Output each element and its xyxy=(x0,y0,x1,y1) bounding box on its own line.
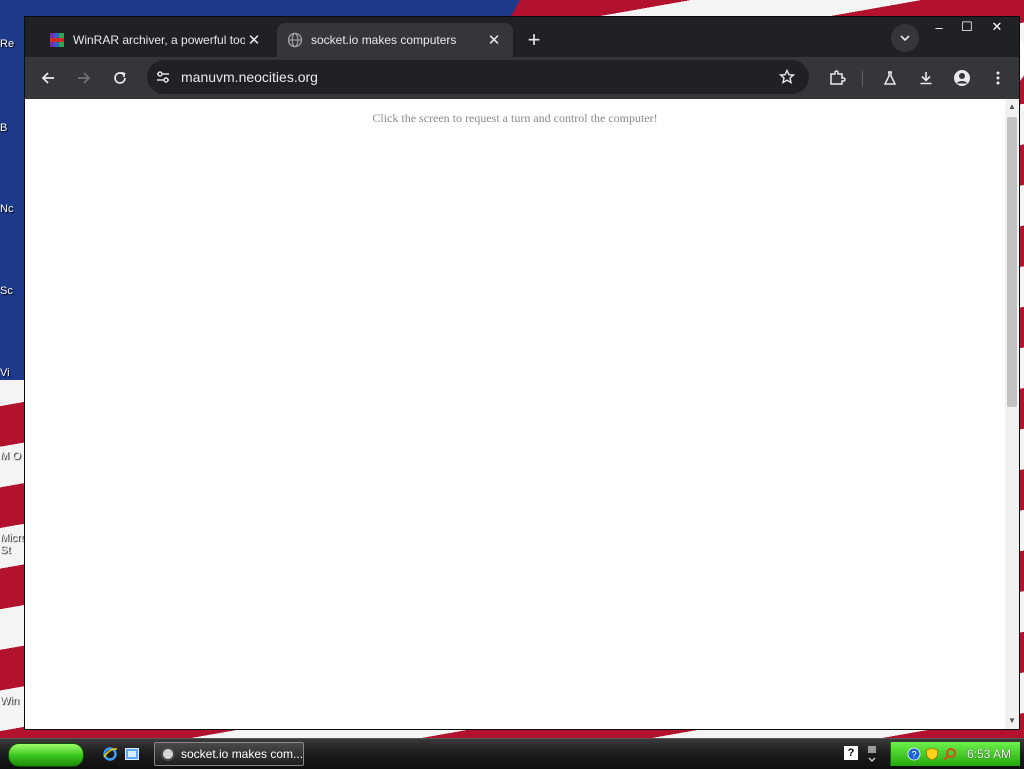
profile-button[interactable] xyxy=(947,63,977,93)
taskbar-item-label: socket.io makes com... xyxy=(181,747,303,761)
back-button[interactable] xyxy=(33,63,63,93)
internet-explorer-icon[interactable] xyxy=(102,746,118,762)
flask-icon xyxy=(883,71,897,85)
page-viewport[interactable]: Click the screen to request a turn and c… xyxy=(25,99,1019,729)
desktop-icon-label[interactable]: Sc xyxy=(0,285,26,297)
start-button[interactable] xyxy=(8,743,84,767)
arrow-right-icon xyxy=(78,72,91,84)
tab-strip: WinRAR archiver, a powerful tool t ✕ soc… xyxy=(25,17,1019,57)
desktop-icon-label[interactable]: Win xyxy=(0,695,26,707)
close-tab-icon[interactable]: ✕ xyxy=(245,31,263,49)
desktop-icon-label[interactable]: Micro St xyxy=(0,532,24,556)
tray-expand-icon[interactable] xyxy=(866,744,878,764)
scroll-up-icon[interactable]: ▲ xyxy=(1007,101,1017,113)
new-tab-button[interactable]: + xyxy=(519,25,549,55)
page-message: Click the screen to request a turn and c… xyxy=(372,111,658,125)
search-icon[interactable] xyxy=(943,747,957,761)
chevron-down-icon xyxy=(900,35,910,42)
minimize-button[interactable]: – xyxy=(925,17,953,37)
toolbar-separator xyxy=(862,71,863,87)
taskbar: socket.io makes com... ? ? 6:53 AM xyxy=(0,738,1024,769)
page-scrollbar[interactable]: ▲ ▼ xyxy=(1005,99,1019,729)
address-bar[interactable]: manuvm.neocities.org xyxy=(147,60,809,94)
arrow-left-icon xyxy=(41,72,54,84)
puzzle-icon xyxy=(830,70,846,85)
extensions-button[interactable] xyxy=(822,63,852,93)
security-shield-icon[interactable] xyxy=(925,747,939,761)
desktop-icon-label[interactable]: M O xyxy=(0,450,24,462)
tab-title: socket.io makes computers xyxy=(311,33,457,47)
globe-icon xyxy=(161,747,175,761)
browser-toolbar: manuvm.neocities.org xyxy=(25,57,1019,99)
forward-button[interactable] xyxy=(69,63,99,93)
scroll-thumb[interactable] xyxy=(1007,117,1017,407)
taskbar-item-browser[interactable]: socket.io makes com... xyxy=(154,742,304,766)
desktop-icon-label[interactable]: Re xyxy=(0,38,26,50)
browser-window: WinRAR archiver, a powerful tool t ✕ soc… xyxy=(24,16,1020,730)
site-settings-icon[interactable] xyxy=(155,69,171,85)
labs-button[interactable] xyxy=(875,63,905,93)
tab-winrar[interactable]: WinRAR archiver, a powerful tool t ✕ xyxy=(39,23,273,57)
info-icon[interactable]: ? xyxy=(907,747,921,761)
desktop-icon-label[interactable]: B xyxy=(0,122,26,134)
reload-button[interactable] xyxy=(105,63,135,93)
svg-text:?: ? xyxy=(911,750,916,760)
download-icon xyxy=(920,72,932,85)
tab-title: WinRAR archiver, a powerful tool t xyxy=(73,33,245,47)
close-tab-icon[interactable]: ✕ xyxy=(485,31,503,49)
show-desktop-icon[interactable] xyxy=(124,746,140,762)
maximize-button[interactable]: ☐ xyxy=(953,17,981,37)
url-text[interactable]: manuvm.neocities.org xyxy=(181,69,318,85)
tab-search-button[interactable] xyxy=(891,24,919,52)
profile-icon xyxy=(954,70,970,86)
window-close-button[interactable]: ✕ xyxy=(983,17,1011,37)
desktop-icon-label[interactable]: Nc xyxy=(0,203,26,215)
desktop-icon-label[interactable]: Vi xyxy=(0,367,26,379)
bookmark-star-icon[interactable] xyxy=(779,69,795,85)
winrar-icon xyxy=(50,33,64,47)
downloads-button[interactable] xyxy=(911,63,941,93)
system-tray: ? 6:53 AM xyxy=(890,742,1020,766)
kebab-menu-icon xyxy=(996,71,1000,85)
menu-button[interactable] xyxy=(983,63,1013,93)
globe-icon xyxy=(287,32,303,48)
clock[interactable]: 6:53 AM xyxy=(967,747,1011,761)
tab-socketio[interactable]: socket.io makes computers ✕ xyxy=(277,23,513,57)
scroll-down-icon[interactable]: ▼ xyxy=(1007,715,1017,727)
reload-icon xyxy=(114,71,126,84)
help-icon[interactable]: ? xyxy=(844,746,858,760)
